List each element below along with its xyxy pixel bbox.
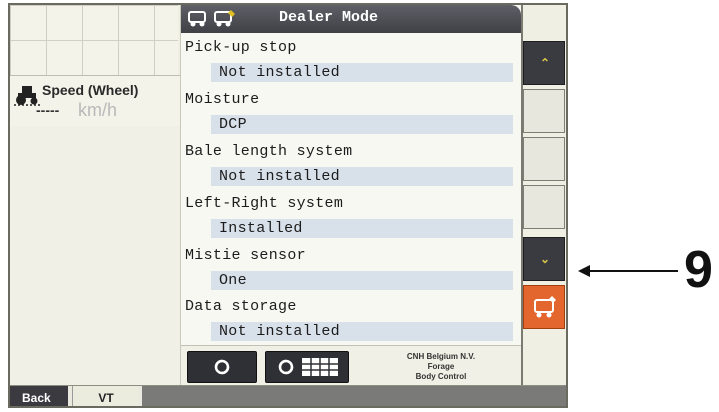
baler-settings-icon [214,10,235,27]
panel-toolbar: CNH Belgium N.V. Forage Body Control [181,345,521,386]
scroll-up-icon: ⌃ [540,56,551,70]
speed-unit: km/h [78,100,118,120]
setting-label-moisture: Moisture [185,91,260,108]
callout-number: 9 [684,241,713,299]
company-module: Body Control [415,372,467,381]
setting-label-bale-length: Bale length system [185,143,353,160]
scroll-down-icon: ⌄ [540,252,551,266]
callout-arrow-line [588,270,678,272]
dealer-mode-panel: Dealer Mode Pick-up stop Not installed M… [180,5,523,386]
setting-label-data-storage: Data storage [185,298,297,315]
setting-value-mistie-sensor[interactable]: One [211,271,513,290]
terminal-screen: Speed (Wheel) ----- km/h Dealer Mode Pic… [8,3,568,408]
softkey-empty-3[interactable] [523,185,565,229]
tab-bar-fill [142,386,566,406]
back-tab[interactable]: Back [10,386,68,406]
scroll-up-button[interactable]: ⌃ [523,41,565,85]
setting-label-left-right: Left-Right system [185,195,344,212]
vt-tab[interactable]: VT [72,386,139,406]
company-name: CNH Belgium N.V. [406,352,476,361]
setting-value-pickup-stop[interactable]: Not installed [211,63,513,82]
speed-widget: Speed (Wheel) ----- km/h [10,75,180,127]
setting-value-left-right[interactable]: Installed [211,219,513,238]
setting-value-data-storage[interactable]: Not installed [211,322,513,341]
left-empty-area [10,126,180,391]
setting-value-moisture[interactable]: DCP [211,115,513,134]
page-title: Dealer Mode [279,9,379,26]
scroll-down-button[interactable]: ⌄ [523,237,565,281]
baler-home-button[interactable] [523,285,565,329]
refresh-grid-button[interactable] [265,351,349,383]
softkey-empty-2[interactable] [523,137,565,181]
company-label: CNH Belgium N.V. Forage Body Control [379,352,503,382]
speed-title: Speed (Wheel) [42,82,139,98]
baler-icon [188,11,206,27]
layout-grid [10,5,178,75]
setting-label-pickup-stop: Pick-up stop [185,39,297,56]
speed-value: ----- [36,102,60,118]
softkey-empty-1[interactable] [523,89,565,133]
setting-value-bale-length[interactable]: Not installed [211,167,513,186]
refresh-button[interactable] [187,351,257,383]
panel-header: Dealer Mode [181,5,521,33]
baler-home-icon [534,296,556,318]
company-division: Forage [427,362,455,371]
refresh-grid-icon [278,358,338,376]
bottom-tab-bar: Back VT [10,385,566,406]
setting-label-mistie-sensor: Mistie sensor [185,247,306,264]
refresh-icon [214,359,230,375]
